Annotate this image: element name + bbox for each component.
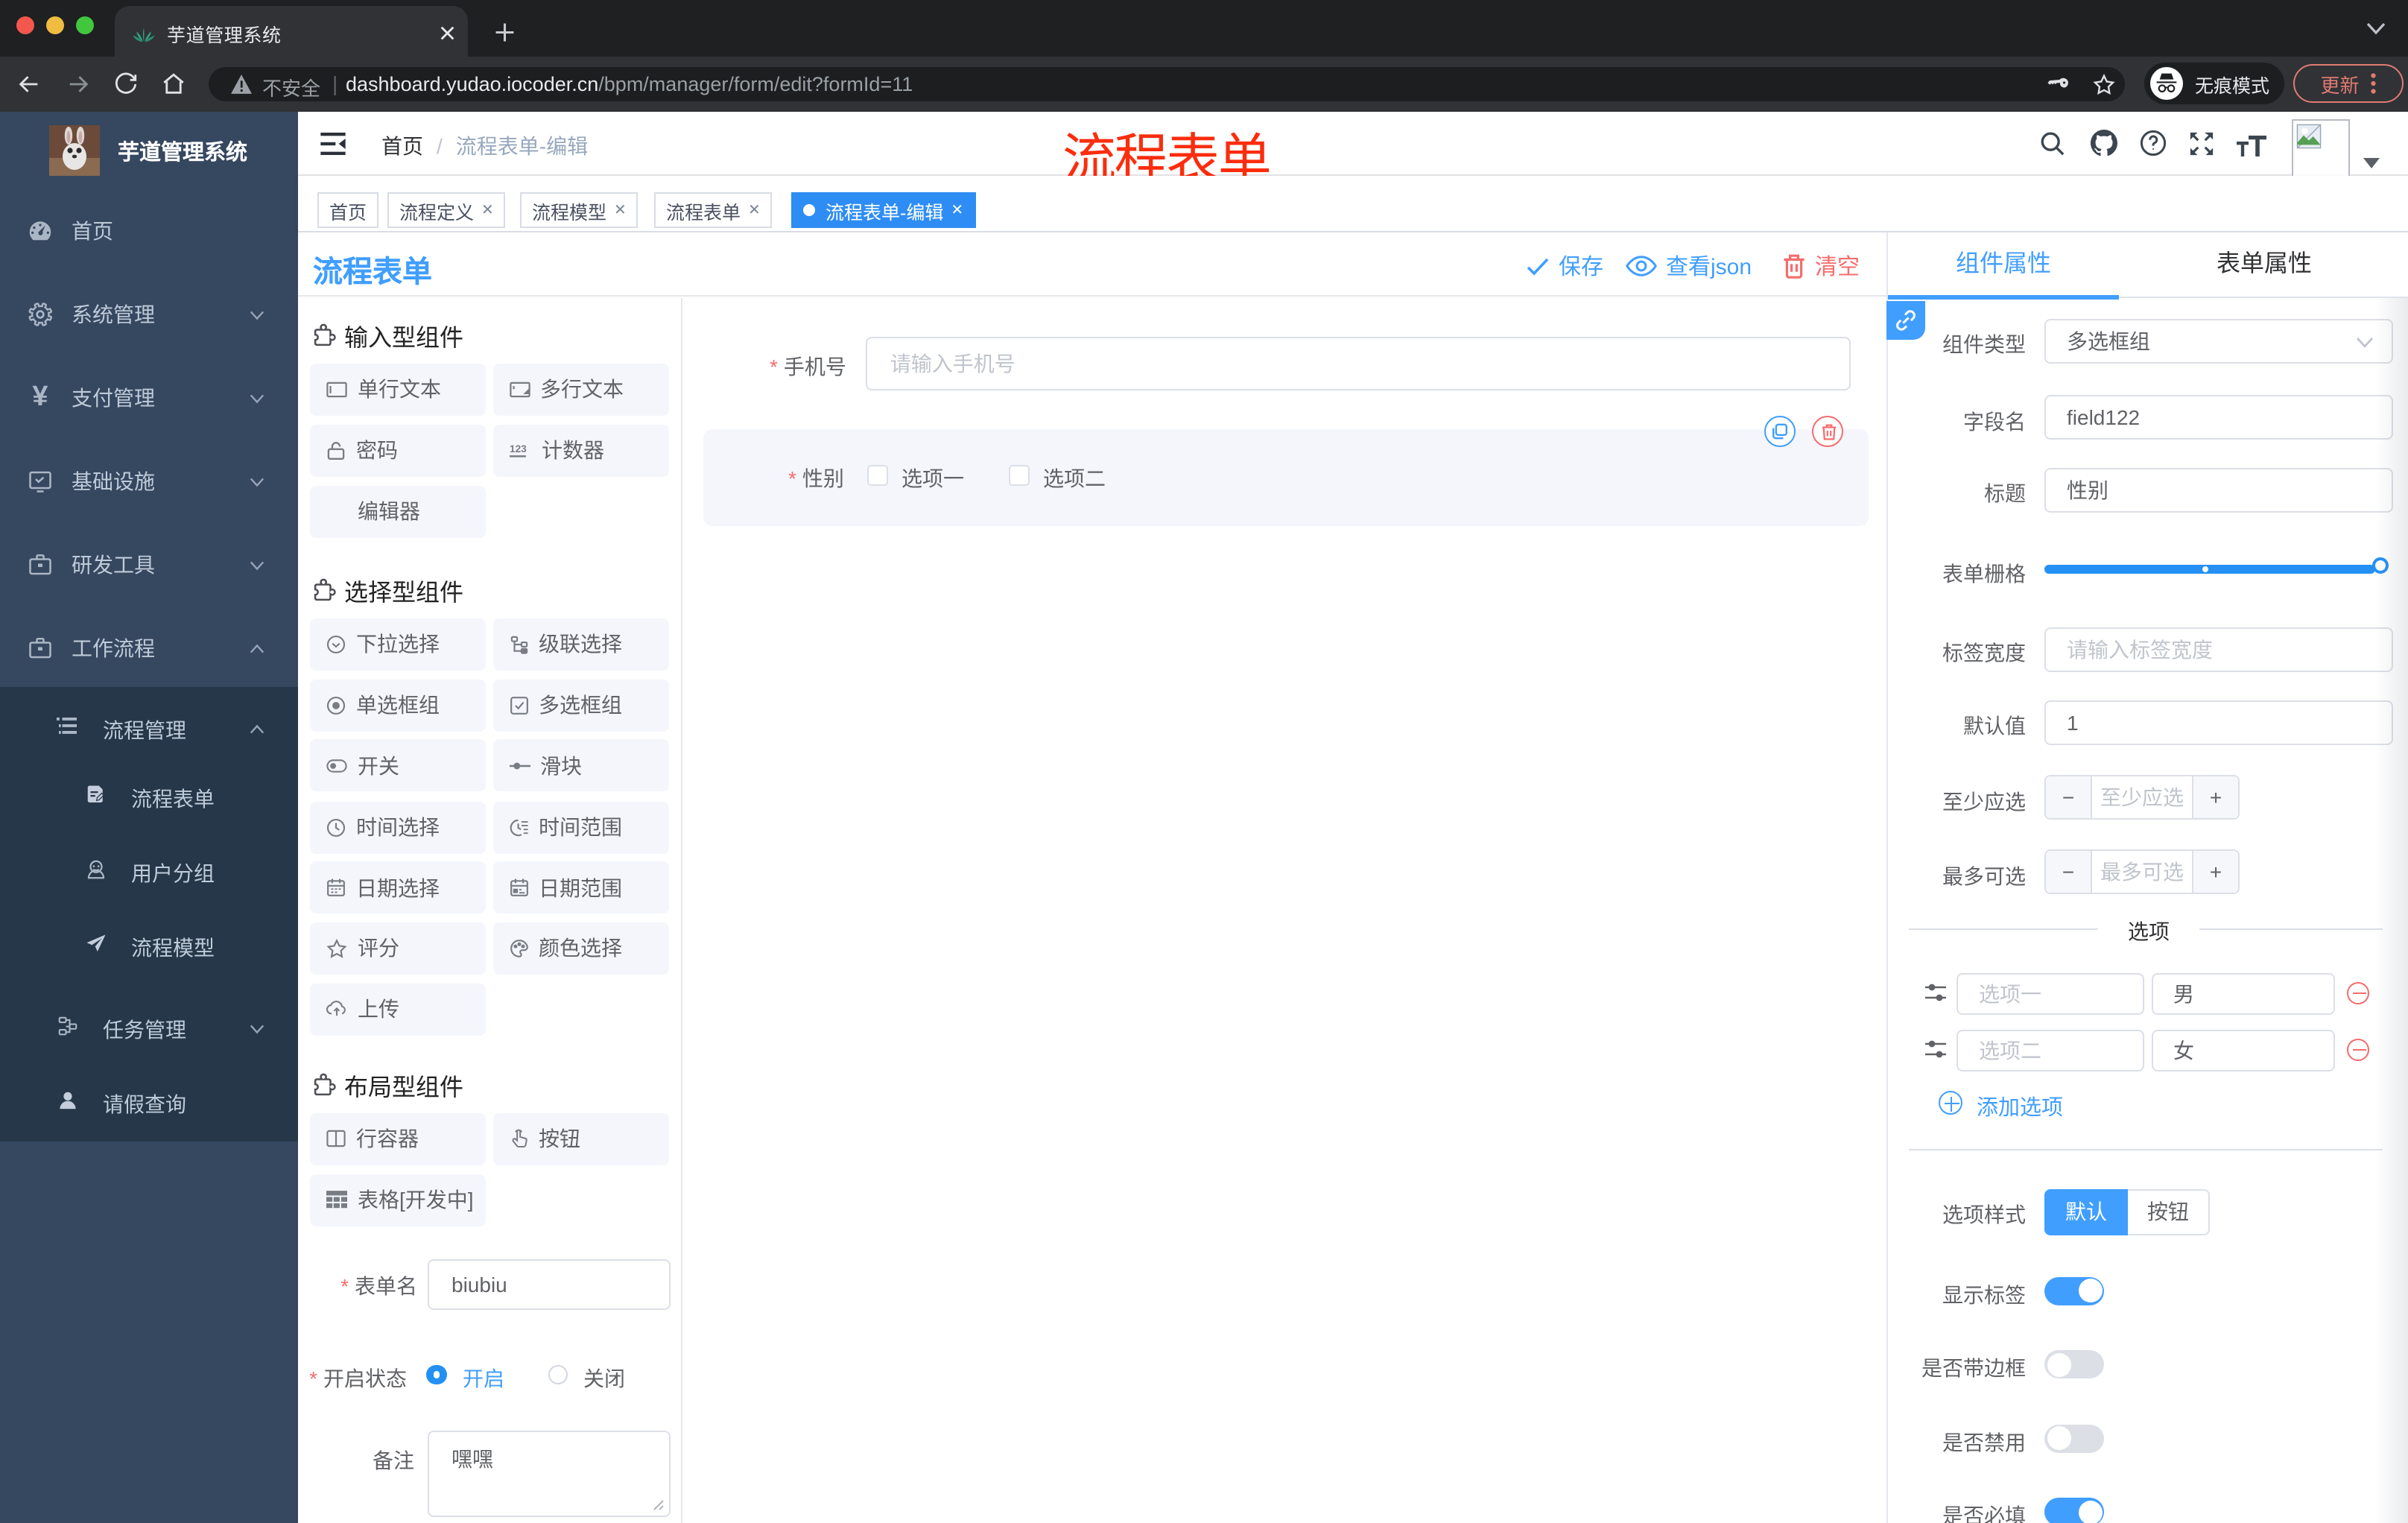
svg-text:123: 123 (509, 443, 526, 454)
